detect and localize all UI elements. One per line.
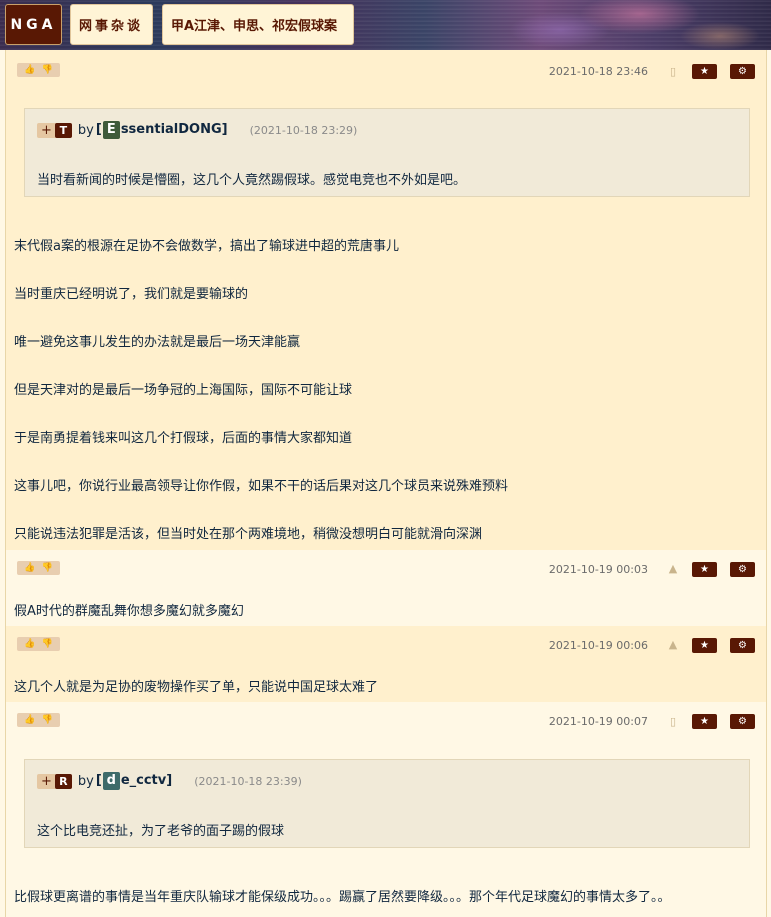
post-menu-button[interactable]: ⚙ (730, 562, 755, 577)
quote-by-label: by (77, 773, 94, 789)
android-icon: ▲ (668, 638, 678, 651)
thumbs-up-icon[interactable]: 👍 (24, 713, 35, 727)
quote-tag[interactable]: + T (37, 122, 72, 138)
thumbs-up-icon[interactable]: 👍 (24, 637, 35, 651)
quote-username[interactable]: [EssentialDONG] (96, 121, 228, 139)
post-reply: 👍 👎 2021-10-19 00:06 ▲ ★ ⚙ 这几个人就是为足协的废物操… (6, 626, 766, 702)
thumbs-down-icon[interactable]: 👎 (42, 561, 53, 575)
star-icon: ★ (700, 564, 709, 575)
phone-icon: ▯ (669, 65, 677, 78)
post-reply: 👍 👎 2021-10-19 00:07 ▯ ★ ⚙ + R by [d e_cc… (6, 702, 766, 917)
quote-header: + T by [EssentialDONG] (2021-10-18 23:29… (37, 121, 358, 139)
post-paragraph: 假A时代的群魔乱舞你想多魔幻就多魔幻 (14, 604, 244, 619)
quote-tag-letter: T (54, 122, 72, 138)
post-menu-button[interactable]: ⚙ (730, 638, 755, 653)
post-paragraph: 于是南勇提着钱来叫这几个打假球，后面的事情大家都知道 (14, 431, 353, 446)
star-icon: ★ (700, 716, 709, 727)
post-timestamp: 2021-10-19 00:07 (548, 715, 648, 728)
quote-username[interactable]: [d e_cctv] (96, 772, 172, 790)
bracket-open: [ (95, 122, 102, 137)
quote-block: + T by [EssentialDONG] (2021-10-18 23:29… (24, 108, 750, 197)
thread-body: 👍 👎 2021-10-18 23:46 ▯ ★ ⚙ + T by [Essen… (5, 50, 767, 917)
thumbs-up-icon[interactable]: 👍 (24, 561, 35, 575)
star-icon: ★ (700, 66, 709, 77)
quote-text: 这个比电竞还扯，为了老爷的面子踢的假球 (37, 824, 285, 839)
post-paragraph: 只能说违法犯罪是活该，但当时处在那个两难境地，稍微没想明白可能就滑向深渊 (14, 527, 483, 542)
post-timestamp: 2021-10-19 00:06 (548, 639, 648, 652)
quote-time: (2021-10-18 23:29) (249, 123, 358, 137)
quote-by-label: by (77, 122, 94, 138)
favorite-button[interactable]: ★ (692, 714, 717, 729)
quote-text: 当时看新闻的时候是懵圈，这几个人竟然踢假球。感觉电竞也不外如是吧。 (37, 173, 467, 188)
favorite-button[interactable]: ★ (692, 64, 717, 79)
quote-tag[interactable]: + R (37, 773, 72, 789)
top-banner: NGA 网事杂谈 甲A江津、申思、祁宏假球案 (0, 0, 771, 50)
bracket-open: [ (95, 773, 102, 788)
vote-control[interactable]: 👍 👎 (17, 561, 60, 575)
star-icon: ★ (700, 640, 709, 651)
nga-logo[interactable]: NGA (5, 4, 62, 45)
post-paragraph: 但是天津对的是最后一场争冠的上海国际，国际不可能让球 (14, 383, 353, 398)
quote-header: + R by [d e_cctv] (2021-10-18 23:39) (37, 772, 302, 790)
post-paragraph: 末代假a案的根源在足协不会做数学，搞出了输球进中超的荒唐事儿 (14, 239, 399, 254)
post-timestamp: 2021-10-18 23:46 (548, 65, 648, 78)
post-paragraph: 比假球更离谱的事情是当年重庆队输球才能保级成功。。。踢赢了居然要降级。。。那个年… (14, 890, 671, 905)
gear-icon: ⚙ (738, 564, 747, 575)
gear-icon: ⚙ (738, 66, 747, 77)
android-icon: ▲ (668, 562, 678, 575)
breadcrumb-forum[interactable]: 网事杂谈 (70, 4, 153, 45)
quote-tag-letter: R (54, 773, 72, 789)
post-reply: 👍 👎 2021-10-18 23:46 ▯ ★ ⚙ + T by [Essen… (6, 50, 766, 550)
thumbs-down-icon[interactable]: 👎 (42, 63, 53, 77)
quote-block: + R by [d e_cctv] (2021-10-18 23:39) 这个比电… (24, 759, 750, 848)
thumbs-down-icon[interactable]: 👎 (42, 713, 53, 727)
post-menu-button[interactable]: ⚙ (730, 64, 755, 79)
bracket-close: ] (166, 773, 173, 788)
post-paragraph: 这几个人就是为足协的废物操作买了单，只能说中国足球太难了 (14, 680, 379, 695)
post-paragraph: 当时重庆已经明说了，我们就是要输球的 (14, 287, 249, 302)
plus-icon: + (41, 122, 52, 138)
thumbs-down-icon[interactable]: 👎 (42, 637, 53, 651)
post-reply: 👍 👎 2021-10-19 00:03 ▲ ★ ⚙ 假A时代的群魔乱舞你想多魔… (6, 550, 766, 626)
quote-time: (2021-10-18 23:39) (194, 774, 302, 788)
post-menu-button[interactable]: ⚙ (730, 714, 755, 729)
vote-control[interactable]: 👍 👎 (17, 637, 60, 651)
username-rest: ssentialDONG (120, 122, 222, 137)
post-paragraph: 唯一避免这事儿发生的办法就是最后一场天津能赢 (14, 335, 301, 350)
gear-icon: ⚙ (738, 716, 747, 727)
vote-control[interactable]: 👍 👎 (17, 713, 60, 727)
breadcrumb-thread[interactable]: 甲A江津、申思、祁宏假球案 (162, 4, 354, 45)
post-paragraph: 这事儿吧，你说行业最高领导让你作假，如果不干的话后果对这几个球员来说殊难预料 (14, 479, 509, 494)
favorite-button[interactable]: ★ (692, 638, 717, 653)
bracket-close: ] (221, 122, 228, 137)
phone-icon: ▯ (669, 715, 677, 728)
vote-control[interactable]: 👍 👎 (17, 63, 60, 77)
favorite-button[interactable]: ★ (692, 562, 717, 577)
username-initial: d (102, 772, 120, 790)
username-rest: e_cctv (120, 773, 167, 788)
username-initial: E (102, 121, 120, 139)
gear-icon: ⚙ (738, 640, 747, 651)
thumbs-up-icon[interactable]: 👍 (24, 63, 35, 77)
plus-icon: + (41, 773, 52, 789)
post-timestamp: 2021-10-19 00:03 (548, 563, 648, 576)
